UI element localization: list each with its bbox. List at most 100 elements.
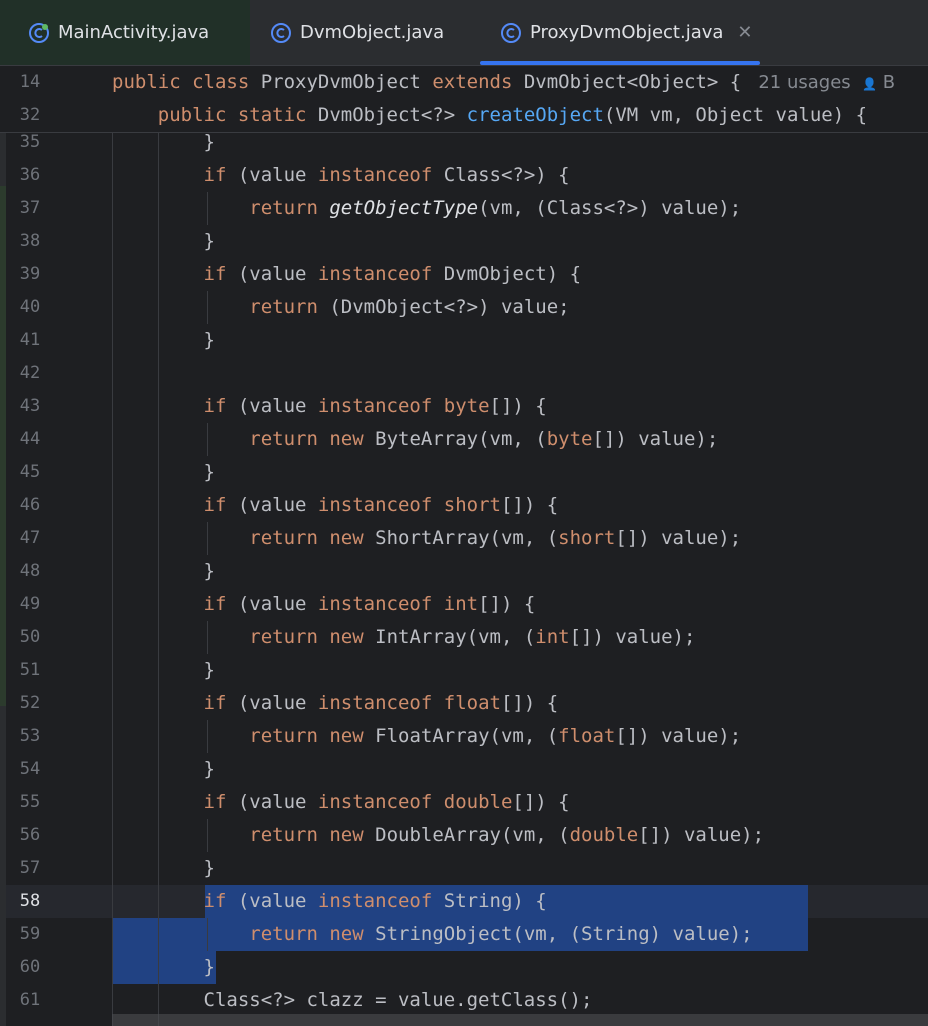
code-line[interactable]: 52 if (value instanceof float[]) { (0, 687, 928, 720)
code-line[interactable]: 59 return new StringObject(vm, (String) … (0, 918, 928, 951)
horizontal-scrollbar[interactable] (112, 1014, 928, 1026)
line-number[interactable]: 45 (6, 456, 54, 489)
line-number[interactable]: 43 (6, 390, 54, 423)
line-number[interactable]: 40 (6, 291, 54, 324)
code-text: } (112, 230, 215, 252)
line-number[interactable]: 44 (6, 423, 54, 456)
code-line[interactable]: 44 return new ByteArray(vm, (byte[]) val… (0, 423, 928, 456)
code-line[interactable]: 53 return new FloatArray(vm, (float[]) v… (0, 720, 928, 753)
code-line[interactable]: 38 } (0, 225, 928, 258)
code-line[interactable]: 51 } (0, 654, 928, 687)
code-text: Class<?> clazz = value.getClass(); (112, 989, 593, 1011)
line-number[interactable]: 58 (6, 885, 54, 918)
code-line[interactable]: 39 if (value instanceof DvmObject) { (0, 258, 928, 291)
code-text: if (value instanceof double[]) { (203, 791, 570, 813)
java-class-icon (501, 22, 521, 43)
tab-dvmobject[interactable]: DvmObject.java (250, 0, 480, 65)
line-number[interactable]: 42 (6, 357, 54, 390)
code-text: } (112, 758, 215, 780)
code-line[interactable]: 36 if (value instanceof Class<?>) { (0, 159, 928, 192)
line-number[interactable]: 39 (6, 258, 54, 291)
code-line[interactable]: 54 } (0, 753, 928, 786)
code-text: if (value instanceof DvmObject) { (203, 263, 582, 285)
line-number[interactable]: 57 (6, 852, 54, 885)
person-icon: 👤 (862, 77, 878, 91)
code-line[interactable]: 40 return (DvmObject<?>) value; (0, 291, 928, 324)
code-text: if (value instanceof short[]) { (203, 494, 559, 516)
code-text: return new ByteArray(vm, (byte[]) value)… (249, 428, 719, 450)
code-line[interactable]: 42 (0, 357, 928, 390)
line-number[interactable]: 56 (6, 819, 54, 852)
code-text: if (value instanceof Class<?>) { (203, 164, 570, 186)
code-line[interactable]: 49 if (value instanceof int[]) { (0, 588, 928, 621)
line-number[interactable]: 47 (6, 522, 54, 555)
code-text: } (112, 560, 215, 582)
line-number[interactable]: 49 (6, 588, 54, 621)
tab-label: ProxyDvmObject.java (530, 22, 724, 43)
code-line[interactable]: 48 } (0, 555, 928, 588)
tab-mainactivity[interactable]: MainActivity.java (0, 0, 250, 65)
code-line[interactable]: 58 if (value instanceof String) { (0, 885, 928, 918)
tab-proxydvmobject[interactable]: ProxyDvmObject.java ✕ (480, 0, 760, 65)
code-text: } (112, 956, 215, 978)
code-text: return getObjectType(vm, (Class<?>) valu… (249, 197, 742, 219)
line-number[interactable]: 41 (6, 324, 54, 357)
code-line[interactable]: 55 if (value instanceof double[]) { (0, 786, 928, 819)
code-line[interactable]: 37 return getObjectType(vm, (Class<?>) v… (0, 192, 928, 225)
line-number[interactable]: 48 (6, 555, 54, 588)
line-number[interactable]: 55 (6, 786, 54, 819)
line-number[interactable]: 38 (6, 225, 54, 258)
close-icon[interactable]: ✕ (737, 22, 752, 43)
code-text: } (112, 857, 215, 879)
line-number[interactable]: 32 (6, 99, 54, 132)
line-number[interactable]: 37 (6, 192, 54, 225)
code-text: public static DvmObject<?> createObject(… (157, 104, 868, 126)
code-line[interactable]: 43 if (value instanceof byte[]) { (0, 390, 928, 423)
code-line[interactable]: 57 } (0, 852, 928, 885)
code-text: public class ProxyDvmObject extends DvmO… (112, 71, 896, 93)
tab-label: MainActivity.java (58, 22, 210, 43)
line-number[interactable]: 36 (6, 159, 54, 192)
code-line[interactable]: 41 } (0, 324, 928, 357)
code-text: if (value instanceof byte[]) { (203, 395, 547, 417)
sticky-header[interactable]: 14 public class ProxyDvmObject extends Dv… (0, 66, 928, 133)
code-text: } (112, 461, 215, 483)
line-number[interactable]: 52 (6, 687, 54, 720)
code-line[interactable]: 46 if (value instanceof short[]) { (0, 489, 928, 522)
line-number[interactable]: 51 (6, 654, 54, 687)
code-line[interactable]: 45 } (0, 456, 928, 489)
line-number[interactable]: 60 (6, 951, 54, 984)
java-class-icon (29, 22, 49, 43)
line-number[interactable]: 14 (6, 66, 54, 99)
code-line[interactable]: 56 return new DoubleArray(vm, (double[])… (0, 819, 928, 852)
code-line[interactable]: 47 return new ShortArray(vm, (short[]) v… (0, 522, 928, 555)
code-text: return new DoubleArray(vm, (double[]) va… (249, 824, 765, 846)
author-name[interactable]: B (877, 72, 895, 93)
java-class-icon (271, 22, 291, 43)
code-text: if (value instanceof int[]) { (203, 593, 536, 615)
usages-hint[interactable]: 21 usages (753, 72, 863, 93)
editor-tab-bar: MainActivity.java DvmObject.java ProxyDvmO… (0, 0, 928, 66)
code-editor[interactable]: 35 } 36 if (value instanceof Class<?>) {3… (0, 66, 928, 1026)
code-text: } (112, 659, 215, 681)
line-number[interactable]: 53 (6, 720, 54, 753)
tab-label: DvmObject.java (300, 22, 445, 43)
code-text: return (DvmObject<?>) value; (249, 296, 570, 318)
line-number[interactable]: 59 (6, 918, 54, 951)
code-text: return new IntArray(vm, (int[]) value); (249, 626, 696, 648)
code-text: if (value instanceof float[]) { (203, 692, 559, 714)
code-line[interactable]: 32 public static DvmObject<?> createObje… (0, 99, 928, 132)
active-tab-indicator (480, 61, 760, 65)
code-line[interactable]: 60 } (0, 951, 928, 984)
line-number[interactable]: 50 (6, 621, 54, 654)
line-number[interactable]: 46 (6, 489, 54, 522)
line-number[interactable]: 54 (6, 753, 54, 786)
code-text: return new ShortArray(vm, (short[]) valu… (249, 527, 742, 549)
code-line[interactable]: 61 Class<?> clazz = value.getClass(); (0, 984, 928, 1017)
code-line[interactable]: 50 return new IntArray(vm, (int[]) value… (0, 621, 928, 654)
code-text: if (value instanceof String) { (203, 890, 547, 912)
code-line[interactable]: 14 public class ProxyDvmObject extends Dv… (0, 66, 928, 99)
line-number[interactable]: 61 (6, 984, 54, 1017)
code-text: return new FloatArray(vm, (float[]) valu… (249, 725, 742, 747)
code-text: return new StringObject(vm, (String) val… (249, 923, 753, 945)
